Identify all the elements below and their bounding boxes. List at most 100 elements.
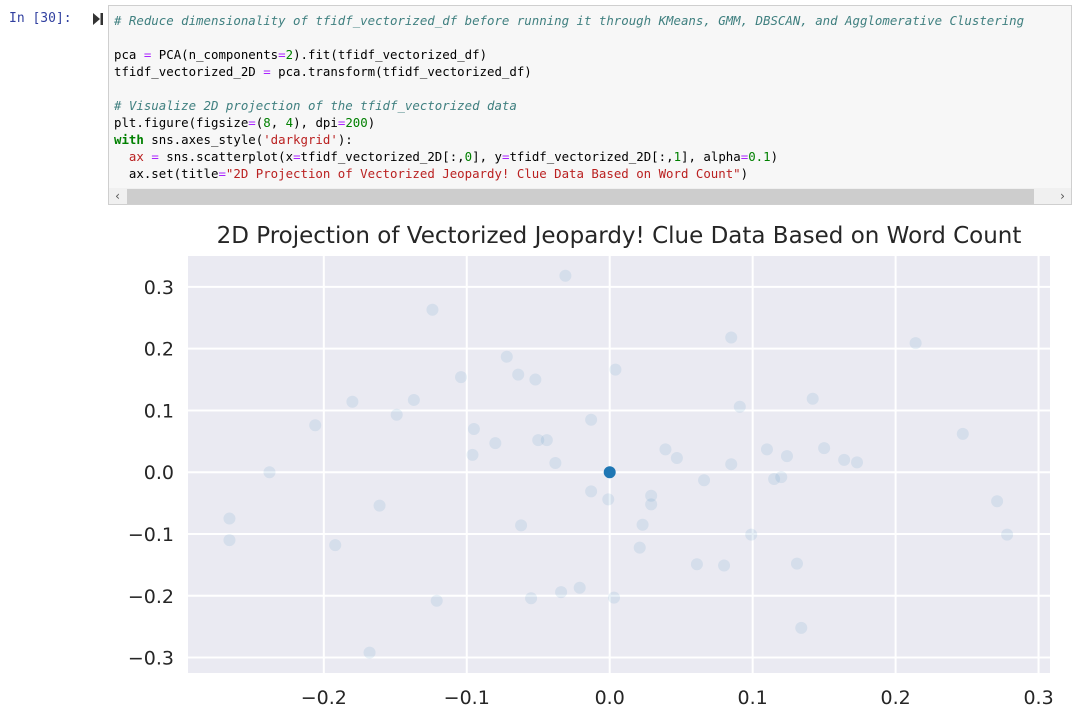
data-point	[512, 368, 525, 381]
code-token: ], alpha	[681, 149, 741, 164]
data-point	[760, 443, 773, 456]
code-line: # Visualize 2D projection of the tfidf_v…	[114, 97, 1024, 114]
data-point	[806, 392, 819, 405]
data-point	[790, 557, 803, 570]
x-tick-label: −0.1	[444, 687, 490, 709]
code-line: plt.figure(figsize=(8, 4), dpi=200)	[114, 114, 1024, 131]
code-token: 0.1	[748, 149, 771, 164]
code-token: =	[293, 149, 301, 164]
code-line: with sns.axes_style('darkgrid'):	[114, 131, 1024, 148]
code-token: )	[770, 149, 779, 164]
data-point	[489, 437, 502, 450]
data-point	[956, 427, 969, 440]
data-point	[223, 534, 236, 547]
code-token: 4	[285, 115, 294, 130]
code-line: tfidf_vectorized_2D = pca.transform(tfid…	[114, 63, 1024, 80]
data-point	[515, 519, 528, 532]
data-point	[407, 393, 420, 406]
horizontal-scrollbar[interactable]: ‹ ›	[109, 188, 1071, 204]
scroll-right-button[interactable]: ›	[1054, 188, 1071, 204]
data-point	[795, 621, 808, 634]
run-cell-icon[interactable]	[92, 12, 104, 26]
code-token: =	[218, 166, 226, 181]
y-tick-label: 0.2	[144, 339, 174, 361]
code-line: # Reduce dimensionality of tfidf_vectori…	[114, 12, 1024, 29]
data-point	[263, 466, 276, 479]
code-token: =	[151, 149, 159, 164]
data-point	[1001, 528, 1014, 541]
chart-title: 2D Projection of Vectorized Jeopardy! Cl…	[217, 223, 1022, 249]
data-point	[573, 581, 586, 594]
scroll-left-button[interactable]: ‹	[109, 188, 126, 204]
code-token: 200	[345, 115, 368, 130]
code-token: ,	[270, 115, 286, 130]
y-tick-label: 0.0	[144, 462, 174, 484]
code-token: =	[278, 47, 286, 62]
data-point	[851, 456, 864, 469]
data-point-dense	[603, 466, 616, 479]
x-axis-ticks: −0.2 −0.1 0.0 0.1 0.2 0.3	[301, 687, 1054, 709]
code-token: 0	[464, 149, 473, 164]
x-tick-label: −0.2	[301, 687, 347, 709]
data-point	[500, 350, 513, 363]
code-token: with	[114, 132, 144, 147]
data-point	[818, 442, 831, 455]
data-point	[991, 495, 1004, 508]
data-point	[633, 541, 646, 554]
x-tick-label: 0.3	[1023, 687, 1053, 709]
code-token: # Reduce dimensionality of tfidf_vectori…	[114, 13, 1025, 28]
data-point	[467, 422, 480, 435]
code-token: ):	[337, 132, 353, 147]
data-point	[698, 474, 711, 487]
code-token: plt.figure(figsize	[114, 115, 249, 130]
code-token: 1	[673, 149, 682, 164]
y-axis-ticks: 0.3 0.2 0.1 0.0 −0.1 −0.2 −0.3	[128, 277, 174, 670]
data-point	[909, 337, 922, 350]
y-tick-label: −0.1	[128, 524, 174, 546]
code-token: ).fit(tfidf_vectorized_df)	[293, 47, 488, 62]
data-point	[430, 594, 443, 607]
data-point	[609, 363, 622, 376]
code-token: PCA(n_components	[151, 47, 279, 62]
code-token: ax	[128, 149, 144, 164]
data-point	[745, 528, 758, 541]
code-token: pca.transform(tfidf_vectorized_df)	[270, 64, 532, 79]
data-point	[223, 512, 236, 525]
data-point	[607, 591, 620, 604]
data-point	[373, 499, 386, 512]
code-line: ax = sns.scatterplot(x=tfidf_vectorized_…	[114, 148, 1024, 165]
data-point	[549, 456, 562, 469]
y-tick-label: −0.2	[128, 586, 174, 608]
data-point	[346, 395, 359, 408]
cell-prompt: In [30]:	[9, 11, 72, 26]
code-token: sns.scatterplot(x	[158, 149, 294, 164]
code-token: ax.set(title	[114, 166, 219, 181]
data-point	[363, 646, 376, 659]
code-token: )	[367, 115, 376, 130]
code-token: sns.axes_style(	[143, 132, 264, 147]
plot-area	[188, 256, 1050, 673]
data-point	[555, 586, 568, 599]
code-token: # Visualize 2D projection of the tfidf_v…	[114, 98, 517, 113]
y-tick-label: −0.3	[128, 648, 174, 670]
code-cell[interactable]: # Reduce dimensionality of tfidf_vectori…	[108, 5, 1072, 205]
data-point	[525, 592, 538, 605]
code-token: 2	[285, 47, 294, 62]
data-point	[329, 539, 342, 552]
data-point	[540, 434, 553, 447]
data-point	[725, 331, 738, 344]
data-point	[645, 498, 658, 511]
x-tick-label: 0.1	[738, 687, 768, 709]
data-point	[390, 408, 403, 421]
data-point	[838, 453, 851, 466]
code-line: ax.set(title="2D Projection of Vectorize…	[114, 165, 1024, 182]
scrollbar-thumb[interactable]	[127, 189, 1034, 204]
code-token: =	[263, 64, 271, 79]
data-point	[585, 413, 598, 426]
code-token: tfidf_vectorized_2D	[114, 64, 264, 79]
data-point	[780, 450, 793, 463]
data-point	[585, 485, 598, 498]
code-token: =	[248, 115, 256, 130]
code-editor[interactable]: # Reduce dimensionality of tfidf_vectori…	[114, 12, 1024, 182]
